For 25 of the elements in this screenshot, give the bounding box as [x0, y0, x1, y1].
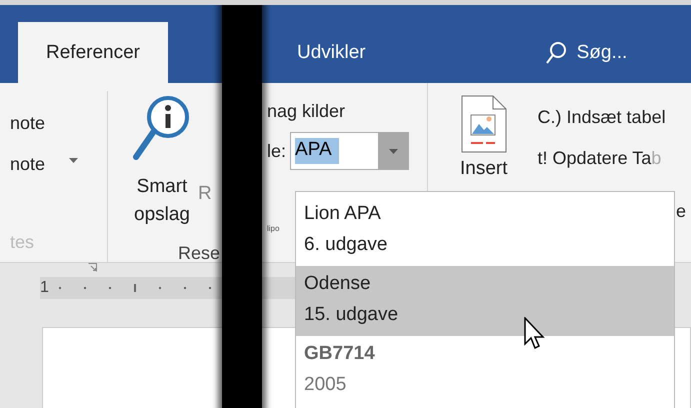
caret-icon: [388, 148, 398, 154]
dialog-launcher-icon[interactable]: [88, 263, 97, 272]
ruler-number: 1: [40, 279, 49, 297]
group-label: Rese: [178, 243, 222, 264]
ribbon-item: lipo: [267, 224, 280, 233]
ribbon-tab[interactable]: Referencer: [18, 22, 168, 83]
style-option[interactable]: Odense 15. udgave: [296, 266, 674, 336]
search-field[interactable]: Søg...: [574, 40, 689, 64]
mouse-cursor-icon: [524, 317, 546, 351]
ribbon-item[interactable]: t! Opdatere Ta: [538, 148, 652, 169]
caret-icon: [69, 158, 78, 163]
ribbon-item[interactable]: C.) Indsæt tabel: [538, 107, 666, 128]
search-icon: [544, 40, 567, 64]
ribbon-item[interactable]: nag kilder: [267, 101, 427, 122]
group-label: tes: [10, 232, 34, 253]
ribbon-tab[interactable]: Udvikler: [271, 22, 392, 83]
ribbon-item: b: [651, 148, 662, 169]
insert-caption-button[interactable]: Insert: [460, 159, 508, 179]
style-option[interactable]: Lion APA 6. udgave: [296, 196, 674, 266]
style-dropdown[interactable]: APA: [290, 132, 410, 170]
insert-caption-icon: [460, 95, 507, 153]
style-label: le:: [267, 140, 286, 162]
smart-lookup-button[interactable]: Smart opslag: [126, 95, 198, 229]
ribbon-item: e: [676, 201, 686, 222]
ribbon-item: R: [198, 183, 212, 206]
